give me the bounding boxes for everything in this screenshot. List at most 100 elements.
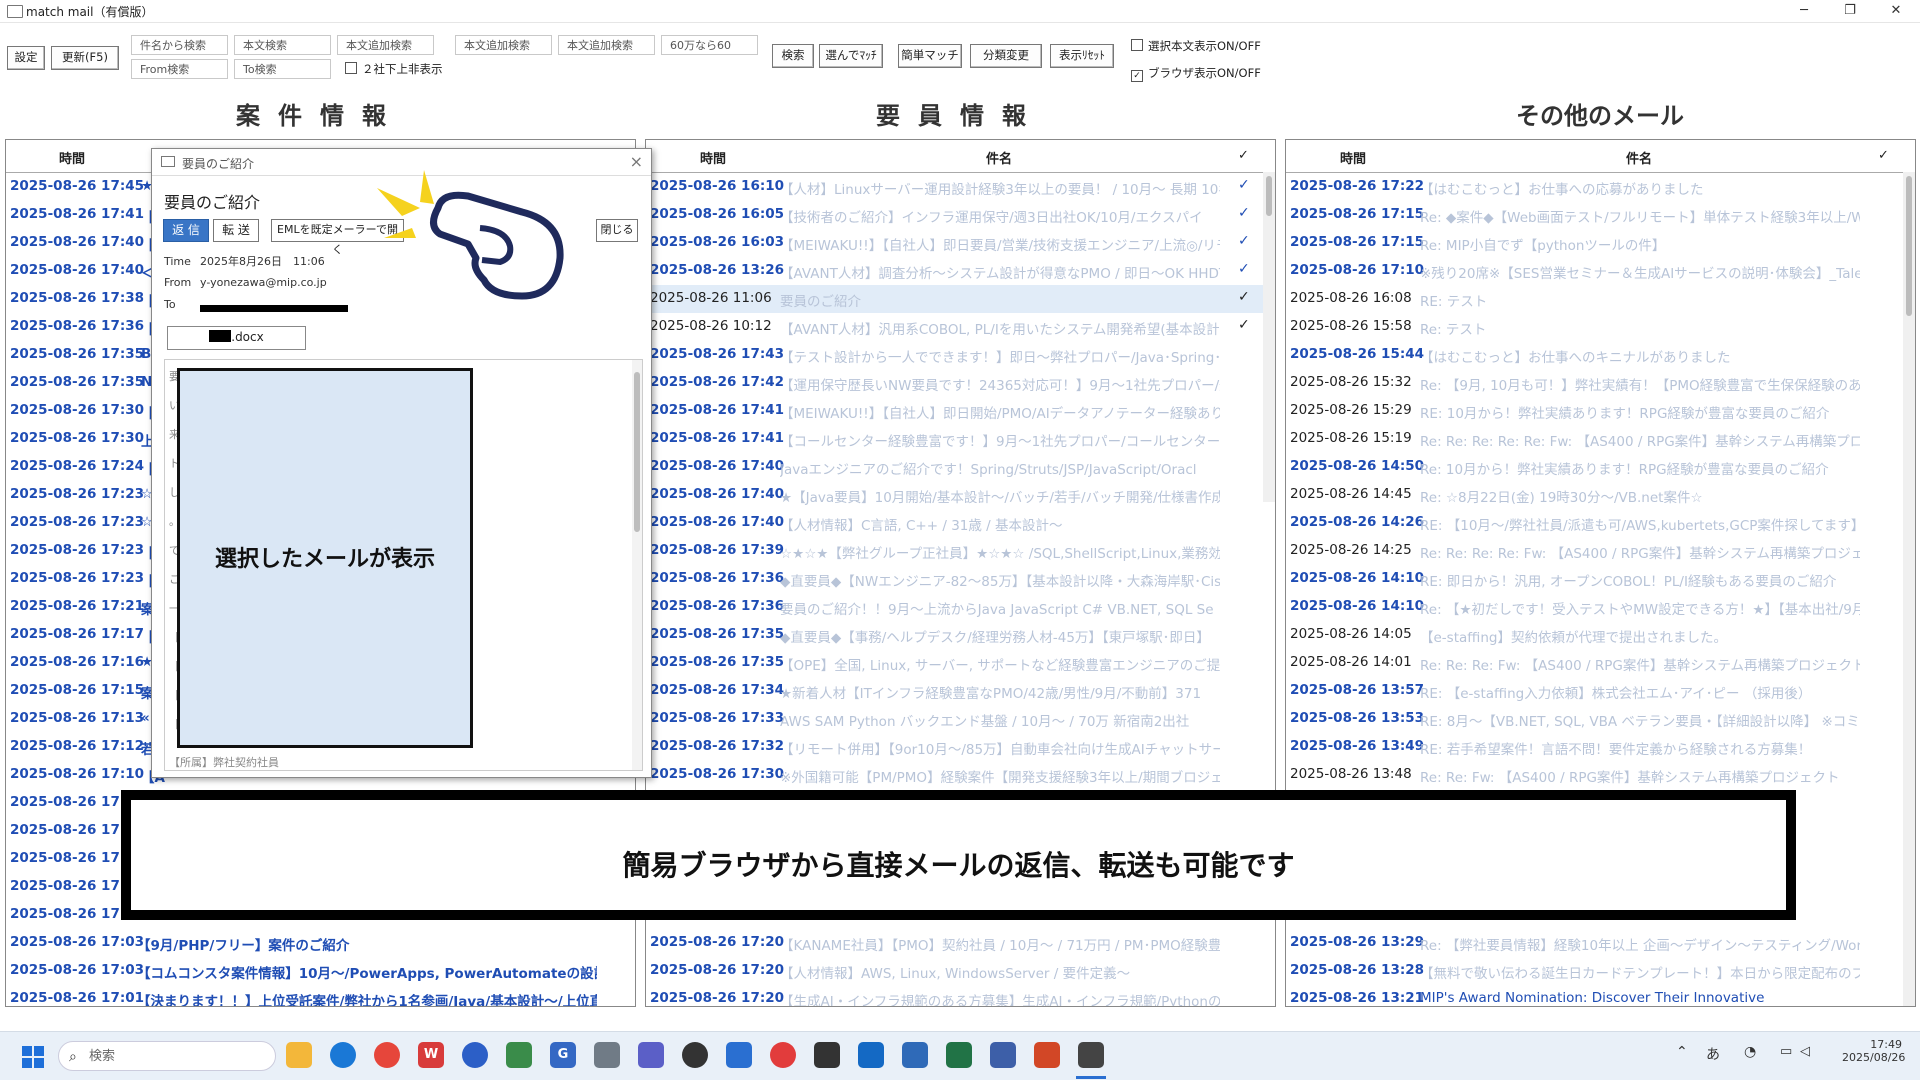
mail-body-scrollbar[interactable] <box>632 360 642 770</box>
row-checkmark-icon[interactable]: ✓ <box>1238 317 1250 333</box>
table-row[interactable]: 2025-08-26 15:58 Re: テスト <box>1286 313 1915 341</box>
other-scrollbar[interactable] <box>1903 172 1915 1006</box>
table-row[interactable]: 2025-08-26 16:10 【人材】Linuxサーバー運用設計経験3年以上の… <box>646 173 1275 201</box>
body-add-search-input-3[interactable]: 本文追加検索 <box>558 35 655 55</box>
maximize-button[interactable]: ❐ <box>1827 0 1873 22</box>
table-row[interactable]: 2025-08-26 17:41 【MEIWAKU!!】【自社人】即日開始/PMO… <box>646 397 1275 425</box>
table-row[interactable]: 2025-08-26 13:49 RE: 若手希望案件！言語不問！要件定義から経験… <box>1286 733 1915 761</box>
subject-search-input[interactable]: 件名から検索 <box>131 35 228 55</box>
to-search-input[interactable]: To検索 <box>234 59 331 79</box>
close-button[interactable]: ✕ <box>1873 0 1919 22</box>
chevron-up-icon[interactable]: ⌃ <box>1676 1044 1688 1060</box>
browser-toggle-checkbox[interactable]: ✓ ブラウザ表示ON/OFF <box>1131 65 1261 82</box>
easy-match-button[interactable]: 簡単マッチ <box>898 44 962 68</box>
tool-icon[interactable] <box>506 1042 532 1068</box>
excel-icon[interactable] <box>946 1042 972 1068</box>
teams-icon[interactable] <box>638 1042 664 1068</box>
table-row[interactable]: 2025-08-26 13:28 【無料で敬い伝わる誕生日カードテンプレート！】本… <box>1286 957 1915 985</box>
row-checkmark-icon[interactable]: ✓ <box>1238 205 1250 221</box>
copilot-icon[interactable]: ◔ <box>1744 1044 1756 1060</box>
table-row[interactable]: 2025-08-26 17:32 【リモート併用】【9or10月～/85万】自動車… <box>646 733 1275 761</box>
table-row[interactable]: 2025-08-26 17:20 【KANAME社員】【PMO】契約社員 / 10… <box>646 929 1275 957</box>
table-row[interactable]: 2025-08-26 17:41 【コールセンター経験豊富です！】9月～1社先プロ… <box>646 425 1275 453</box>
close-icon[interactable]: × <box>630 152 643 171</box>
table-row[interactable]: 2025-08-26 17:22 【はむこむっと】お仕事への応募がありました <box>1286 173 1915 201</box>
zoom-icon[interactable] <box>462 1042 488 1068</box>
table-row[interactable]: 2025-08-26 17:36 ◆直要員◆【NWエンジニア-82～85万】【基本… <box>646 565 1275 593</box>
table-row[interactable]: 2025-08-26 10:12 【AVANT人材】汎用系COBOL, PL/Iを… <box>646 313 1275 341</box>
row-checkmark-icon[interactable]: ✓ <box>1238 233 1250 249</box>
time-column-header[interactable]: 時間 <box>700 148 726 167</box>
app-icon[interactable] <box>990 1042 1016 1068</box>
taskbar-search-input[interactable]: ⌕ 検索 <box>58 1041 276 1071</box>
minimize-button[interactable]: ─ <box>1781 0 1827 22</box>
app-w-icon[interactable]: W <box>418 1042 444 1068</box>
windows-start-icon[interactable] <box>22 1046 44 1068</box>
table-row[interactable]: 2025-08-26 13:26 【AVANT人材】調査分析～システム設計が得意な… <box>646 257 1275 285</box>
table-row[interactable]: 2025-08-26 14:25 Re: Re: Re: Re: Fw: 【AS4… <box>1286 537 1915 565</box>
table-row[interactable]: 2025-08-26 17:36 要員のご紹介！！9月～上流からJava Java… <box>646 593 1275 621</box>
table-row[interactable]: 2025-08-26 14:45 Re: ☆8月22日(金) 19時30分～/VB… <box>1286 481 1915 509</box>
close-viewer-button[interactable]: 閉じる <box>596 219 638 242</box>
table-row[interactable]: 2025-08-26 17:01 【決まります！！】上位受託案件/弊社から1名参画… <box>6 985 635 1006</box>
table-row[interactable]: 2025-08-26 15:32 Re: 【9月, 10月も可！】弊社実績有！【P… <box>1286 369 1915 397</box>
table-row[interactable]: 2025-08-26 16:08 RE: テスト <box>1286 285 1915 313</box>
powerpoint-icon[interactable] <box>1034 1042 1060 1068</box>
table-row[interactable]: 2025-08-26 14:26 RE: 【10月～/弊社社員/派遣も可/AWS,… <box>1286 509 1915 537</box>
chrome-browser-icon[interactable] <box>374 1042 400 1068</box>
row-checkmark-icon[interactable]: ✓ <box>1238 261 1250 277</box>
check-column-header[interactable]: ✓ <box>1878 148 1889 163</box>
table-row[interactable]: 2025-08-26 16:03 【MEIWAKU!!】【自社人】即日要員/営業/… <box>646 229 1275 257</box>
table-row[interactable]: 2025-08-26 17:15 Re: ◆案件◆【Web画面テスト/フルリモート… <box>1286 201 1915 229</box>
attachment-button[interactable]: .docx <box>167 326 306 350</box>
table-row[interactable]: 2025-08-26 13:21 MIP's Award Nomination: … <box>1286 985 1915 1006</box>
table-row[interactable]: 2025-08-26 17:39 ☆★☆★【弊社グループ正社員】★☆★☆ /SQL… <box>646 537 1275 565</box>
table-row[interactable]: 2025-08-26 14:10 RE: 即日から！汎用, オープンCOBOL！P… <box>1286 565 1915 593</box>
hide-two-companies-checkbox[interactable]: ２社下上非表示 <box>345 61 443 77</box>
outlook-icon[interactable] <box>858 1042 884 1068</box>
file-explorer-icon[interactable] <box>286 1042 312 1068</box>
ime-indicator[interactable]: あ <box>1706 1044 1720 1064</box>
body-search-input[interactable]: 本文検索 <box>234 35 331 55</box>
table-row[interactable]: 2025-08-26 14:01 Re: Re: Re: Fw: 【AS400 /… <box>1286 649 1915 677</box>
table-row[interactable]: 2025-08-26 17:03 【9月/PHP/フリー】案件のご紹介 <box>6 929 635 957</box>
7zip-icon[interactable] <box>814 1042 840 1068</box>
forward-button[interactable]: 転 送 <box>213 219 259 242</box>
settings-button[interactable]: 設定 <box>7 46 45 70</box>
table-row[interactable]: 2025-08-26 15:19 Re: Re: Re: Re: Re: Fw: … <box>1286 425 1915 453</box>
table-row[interactable]: 2025-08-26 17:33 AWS SAM Python バックエンド基盤 … <box>646 705 1275 733</box>
table-row[interactable]: 2025-08-26 16:05 【技術者のご紹介】インフラ運用保守/週3日出社O… <box>646 201 1275 229</box>
table-row[interactable]: 2025-08-26 14:50 Re: 10月から！弊社実績あります！RPG経験… <box>1286 453 1915 481</box>
table-row[interactable]: 2025-08-26 11:06 要員のご紹介 ✓ <box>646 285 1275 313</box>
table-row[interactable]: 2025-08-26 17:40 Javaエンジニアのご紹介です！Spring/S… <box>646 453 1275 481</box>
reply-button[interactable]: 返 信 <box>163 219 209 242</box>
match-mail-taskbar-icon[interactable] <box>1078 1042 1104 1068</box>
classify-button[interactable]: 分類変更 <box>970 44 1042 68</box>
table-row[interactable]: 2025-08-26 17:43 【テスト設計から一人でできます！】即日～弊社プロ… <box>646 341 1275 369</box>
notepad-icon[interactable] <box>902 1042 928 1068</box>
subject-column-header[interactable]: 件名 <box>986 148 1012 167</box>
body-add-search-input-2[interactable]: 本文追加検索 <box>455 35 552 55</box>
table-row[interactable]: 2025-08-26 13:53 RE: 8月～【VB.NET, SQL, VBA… <box>1286 705 1915 733</box>
table-row[interactable]: 2025-08-26 17:20 【生成AI・インフラ規範のある方募集】生成AI・… <box>646 985 1275 1006</box>
volume-icon[interactable]: ◁ <box>1800 1044 1810 1059</box>
from-search-input[interactable]: From検索 <box>131 59 228 79</box>
table-row[interactable]: 2025-08-26 17:03 【コムコンスタ案件情報】10月～/PowerAp… <box>6 957 635 985</box>
table-row[interactable]: 2025-08-26 17:35 【OPE】全国, Linux, サーバー, サポ… <box>646 649 1275 677</box>
table-row[interactable]: 2025-08-26 15:29 RE: 10月から！弊社実績あります！RPG経験… <box>1286 397 1915 425</box>
chatgpt-icon[interactable] <box>682 1042 708 1068</box>
table-row[interactable]: 2025-08-26 17:10 ※残り20席※【SES営業セミナー＆生成AIサー… <box>1286 257 1915 285</box>
price-filter-input[interactable]: 60万なら60 <box>661 35 758 55</box>
row-checkmark-icon[interactable]: ✓ <box>1238 177 1250 193</box>
body-toggle-checkbox[interactable]: 選択本文表示ON/OFF <box>1131 38 1261 54</box>
table-row[interactable]: 2025-08-26 13:48 Re: Re: Fw: 【AS400 / RPG… <box>1286 761 1915 789</box>
row-checkmark-icon[interactable]: ✓ <box>1238 289 1250 305</box>
table-row[interactable]: 2025-08-26 17:40 【人材情報】C言語, C++ / 31歳 / 基… <box>646 509 1275 537</box>
refresh-button[interactable]: 更新(F5) <box>51 46 119 70</box>
body-add-search-input-1[interactable]: 本文追加検索 <box>337 35 434 55</box>
table-row[interactable]: 2025-08-26 14:10 Re: 【★初だしです！受入テストやMW設定でき… <box>1286 593 1915 621</box>
table-row[interactable]: 2025-08-26 17:30 ※外国籍可能【PM/PMO】経験案件【開発支援経… <box>646 761 1275 789</box>
time-column-header[interactable]: 時間 <box>59 148 85 167</box>
app-b-icon[interactable] <box>770 1042 796 1068</box>
reset-view-button[interactable]: 表示ﾘｾｯﾄ <box>1050 44 1114 68</box>
